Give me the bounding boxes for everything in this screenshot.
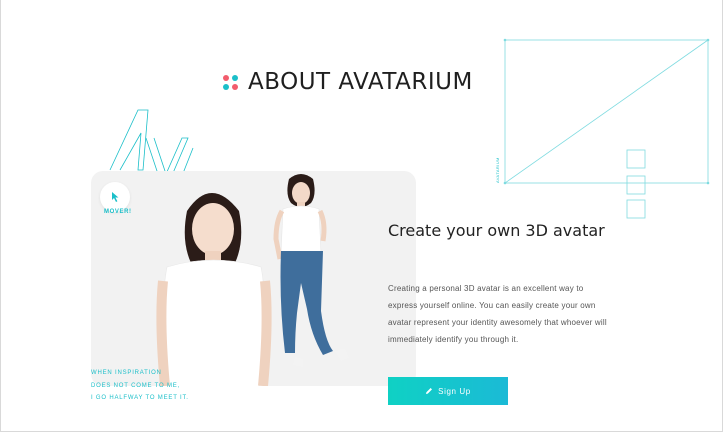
dot xyxy=(232,74,238,81)
cursor-icon xyxy=(112,192,119,202)
quote-line: I GO HALFWAY TO MEET IT. xyxy=(91,395,189,401)
portrait-figure xyxy=(156,193,272,386)
wireframe-square xyxy=(626,175,646,195)
wireframe-diagonal xyxy=(504,39,709,184)
mover-label: MOVER! xyxy=(104,209,132,215)
sign-up-label: Sign Up xyxy=(438,386,471,396)
avatar-image-card xyxy=(91,171,416,386)
wireframe-square xyxy=(626,149,646,169)
section-title: ABOUT AVATARIUM xyxy=(248,69,473,95)
quote-line: DOES NOT COME TO ME, xyxy=(91,382,181,389)
mover-button[interactable] xyxy=(100,182,130,212)
pencil-icon xyxy=(426,388,433,394)
content-description: Creating a personal 3D avatar is an exce… xyxy=(388,284,607,344)
sign-up-button[interactable]: Sign Up xyxy=(388,377,508,405)
section-header: ABOUT AVATARIUM xyxy=(223,66,473,98)
dot xyxy=(223,83,229,90)
wireframe-decoration: AVATARIUM xyxy=(495,38,710,219)
content-heading: Create your own 3D avatar xyxy=(388,221,605,240)
dot xyxy=(223,74,229,81)
inspiration-quote: WHEN INSPIRATION DOES NOT COME TO ME, I … xyxy=(91,367,189,405)
avatar-photo xyxy=(156,174,349,386)
dot xyxy=(232,83,238,90)
standing-figure xyxy=(273,174,349,367)
dots-icon xyxy=(223,74,238,90)
wireframe-side-label: AVATARIUM xyxy=(495,157,500,183)
wireframe-square xyxy=(626,199,646,219)
quote-line: WHEN INSPIRATION xyxy=(91,370,162,376)
